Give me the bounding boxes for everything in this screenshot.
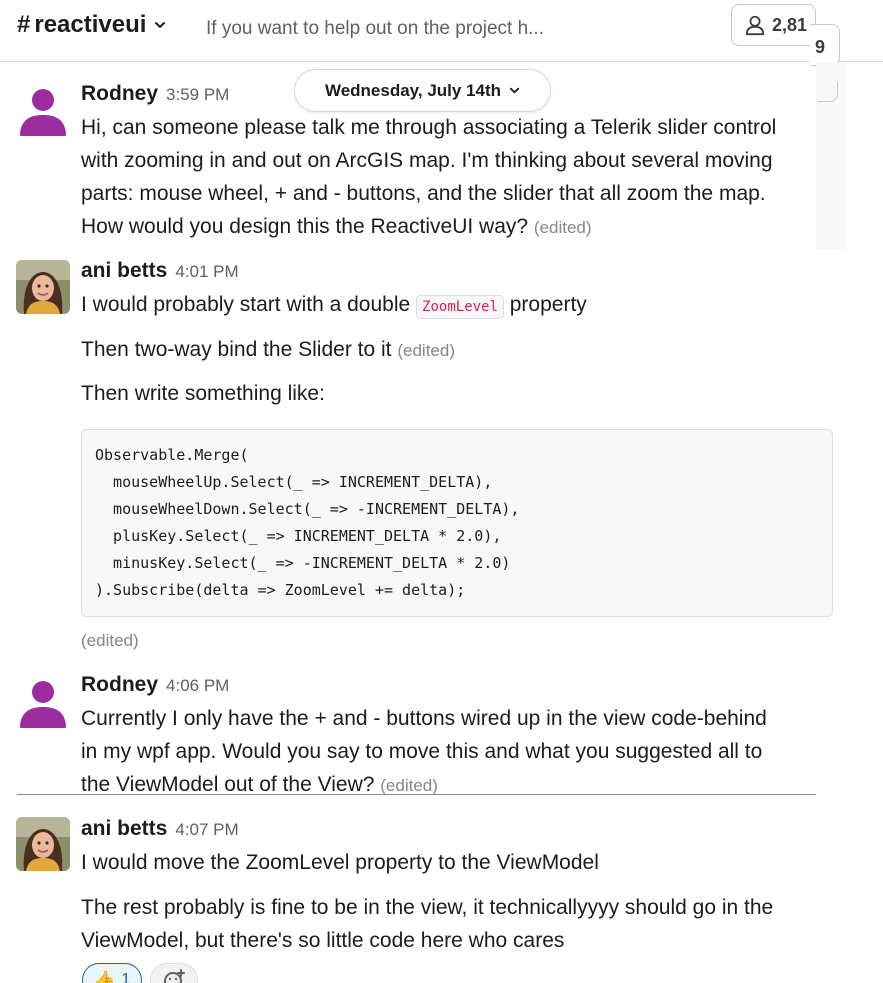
- message-text: Currently I only have the + and - button…: [81, 707, 767, 730]
- author-name[interactable]: ani betts: [81, 817, 167, 840]
- members-button[interactable]: 2,81: [731, 4, 816, 46]
- code-line: ).Subscribe(delta => ZoomLevel += delta)…: [95, 581, 466, 599]
- message-header: Rodney 3:59 PM: [81, 82, 229, 106]
- message-header: Rodney 4:06 PM: [81, 673, 229, 697]
- thumbs-up-emoji: 👍: [93, 969, 116, 983]
- default-avatar-icon: [20, 89, 66, 136]
- avatar[interactable]: [16, 260, 70, 314]
- code-line: minusKey.Select(_ => -INCREMENT_DELTA * …: [95, 554, 511, 572]
- edited-label: (edited): [380, 776, 438, 795]
- date-label: Wednesday, July 14th: [324, 80, 502, 100]
- timestamp[interactable]: 4:01 PM: [175, 262, 238, 281]
- message-text-line: Then two-way bind the Slider to it: [81, 338, 392, 361]
- channel-hash: #: [17, 11, 31, 38]
- member-count: 2,81: [772, 14, 808, 35]
- timestamp[interactable]: 3:59 PM: [166, 85, 229, 104]
- user-photo-avatar: [16, 260, 70, 314]
- channel-topic[interactable]: If you want to help out on the project h…: [206, 18, 544, 40]
- channel-name: reactiveui: [34, 11, 147, 38]
- code-line: Observable.Merge(: [95, 446, 249, 464]
- avatar[interactable]: [16, 674, 70, 728]
- message-text: Hi, can someone please talk me through a…: [81, 116, 777, 139]
- member-count-overflow: 9: [810, 24, 840, 66]
- message-text: with zooming in and out on ArcGIS map. I…: [81, 149, 773, 172]
- code-block: Observable.Merge( mouseWheelUp.Select(_ …: [81, 429, 833, 617]
- edited-label: (edited): [397, 341, 455, 360]
- inline-code: ZoomLevel: [416, 295, 504, 319]
- timestamp[interactable]: 4:06 PM: [166, 676, 229, 695]
- edited-label: (edited): [81, 631, 139, 650]
- slack-app: # reactiveui If you want to help out on …: [0, 0, 883, 983]
- message-text: the ViewModel out of the View? (edited): [81, 768, 438, 802]
- code-line: plusKey.Select(_ => INCREMENT_DELTA * 2.…: [95, 527, 502, 545]
- message-header: ani betts 4:07 PM: [81, 817, 239, 841]
- message-text: I would probably start with a double Zoo…: [81, 288, 587, 324]
- scroll-cap: [818, 82, 838, 102]
- add-emoji-icon: [164, 969, 185, 983]
- reaction-thumbs-up[interactable]: 👍 1: [82, 963, 142, 983]
- chevron-down-icon: [155, 22, 166, 28]
- message-text: parts: mouse wheel, + and - buttons, and…: [81, 182, 766, 205]
- message-text: Then write something like:: [81, 382, 325, 405]
- reaction-count: 1: [121, 971, 131, 983]
- avatar[interactable]: [16, 82, 70, 136]
- chevron-down-icon: [509, 87, 520, 94]
- message-text: I would move the ZoomLevel property to t…: [81, 851, 599, 874]
- message-text-line: the ViewModel out of the View?: [81, 773, 375, 796]
- message-header: ani betts 4:01 PM: [81, 259, 239, 283]
- message-text: in my wpf app. Would you say to move thi…: [81, 740, 763, 763]
- message-text: Then two-way bind the Slider to it (edit…: [81, 333, 455, 367]
- message-text-line: How would you design this the ReactiveUI…: [81, 215, 529, 238]
- edited-label: (edited): [533, 218, 592, 237]
- author-name[interactable]: Rodney: [81, 82, 158, 105]
- default-avatar-icon: [20, 681, 66, 728]
- message-divider: [17, 794, 816, 795]
- message-text-part: I would probably start with a double: [81, 293, 411, 316]
- message-text: The rest probably is fine to be in the v…: [81, 896, 774, 919]
- code-line: mouseWheelUp.Select(_ => INCREMENT_DELTA…: [95, 473, 493, 491]
- user-photo-avatar: [16, 817, 70, 871]
- avatar[interactable]: [16, 817, 70, 871]
- message-text: ViewModel, but there's so little code he…: [81, 929, 565, 952]
- channel-name-button[interactable]: # reactiveui: [17, 11, 166, 39]
- timestamp[interactable]: 4:07 PM: [175, 820, 238, 839]
- message-text: How would you design this the ReactiveUI…: [81, 210, 592, 244]
- message-text-part: property: [509, 293, 587, 316]
- author-name[interactable]: ani betts: [81, 259, 167, 282]
- person-icon: [745, 15, 765, 36]
- code-line: mouseWheelDown.Select(_ => -INCREMENT_DE…: [95, 500, 520, 518]
- add-reaction-button[interactable]: [150, 963, 198, 983]
- date-divider-button[interactable]: Wednesday, July 14th: [294, 69, 551, 112]
- author-name[interactable]: Rodney: [81, 673, 158, 696]
